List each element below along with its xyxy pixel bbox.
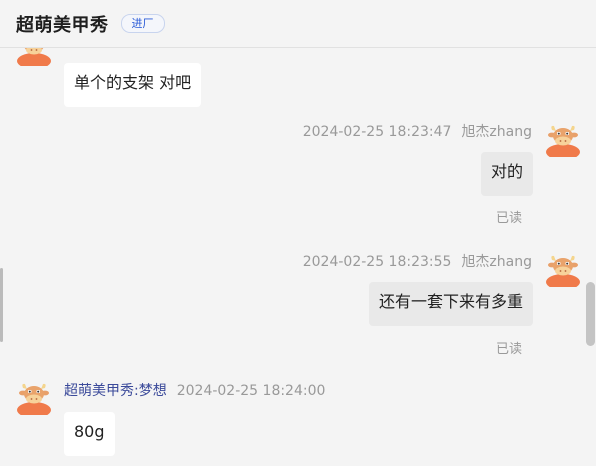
scrollbar-thumb[interactable] [586, 282, 595, 346]
message-bubble[interactable]: 还有一套下来有多重 [368, 282, 533, 326]
message-time: 2024-02-25 18:24:00 [176, 383, 326, 399]
message-bubble[interactable]: 对的 [480, 152, 533, 196]
cow-mascot-avatar-icon[interactable] [545, 121, 581, 157]
message-time: 2024-02-25 18:23:55 [302, 254, 452, 270]
message-time: 2024-02-25 18:23:47 [302, 124, 452, 140]
message-sender: 旭杰zhang [461, 254, 532, 270]
cow-mascot-avatar-icon[interactable] [545, 251, 581, 287]
chat-title: 超萌美甲秀 [16, 14, 109, 36]
message-meta: 2024-02-25 18:23:47 旭杰zhang [303, 121, 532, 141]
message-sender: 旭杰zhang [461, 124, 532, 140]
message-meta: 超萌美甲秀:梦想 2024-02-25 18:24:00 [64, 380, 325, 400]
message-bubble[interactable]: 单个的支架 对吧 [64, 63, 202, 107]
read-status: 已读 [495, 211, 522, 226]
cow-mascot-avatar-icon[interactable] [16, 379, 52, 415]
read-status: 已读 [495, 342, 522, 357]
status-badge[interactable]: 进厂 [120, 14, 165, 33]
message-meta: 2024-02-25 18:23:55 旭杰zhang [303, 251, 532, 271]
message-bubble[interactable]: 80g [64, 412, 115, 456]
resize-handle[interactable] [0, 268, 3, 342]
message-sender[interactable]: 超萌美甲秀:梦想 [64, 383, 167, 399]
chat-header: 超萌美甲秀 进厂 [0, 0, 596, 48]
